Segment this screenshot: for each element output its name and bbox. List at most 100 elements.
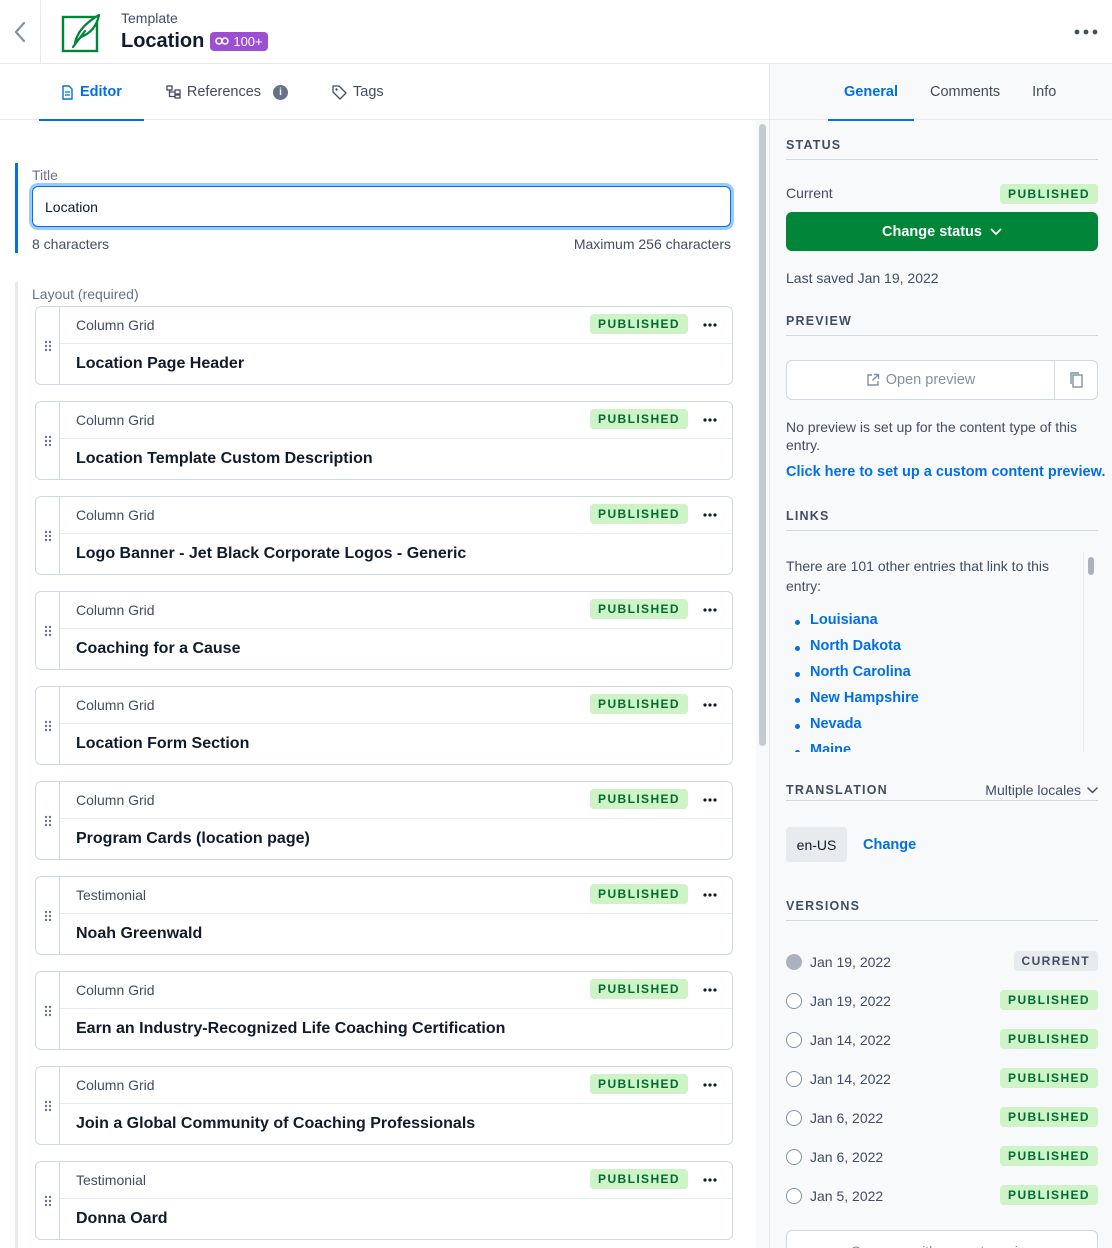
card-actions-button[interactable]	[700, 411, 720, 429]
editor-scrollbar-thumb[interactable]	[759, 124, 766, 746]
card-actions-button[interactable]	[700, 981, 720, 999]
layout-entry-card[interactable]: Column Grid PUBLISHED Join a Global Commun…	[35, 1066, 733, 1145]
drag-handle-icon[interactable]	[36, 1162, 60, 1239]
card-actions-button[interactable]	[700, 316, 720, 334]
drag-handle-icon[interactable]	[36, 972, 60, 1049]
links-scrollbar-thumb[interactable]	[1088, 557, 1094, 575]
card-title[interactable]: Location Page Header	[60, 344, 732, 384]
ellipsis-icon	[703, 323, 717, 327]
version-badge: PUBLISHED	[1000, 1146, 1098, 1166]
entry-actions-button[interactable]	[1072, 18, 1100, 46]
version-row[interactable]: Jan 5, 2022 PUBLISHED	[786, 1185, 1098, 1207]
copy-preview-button[interactable]	[1055, 361, 1097, 399]
change-locale-link[interactable]: Change	[863, 837, 916, 853]
drag-handle-icon[interactable]	[36, 402, 60, 479]
layout-entry-card[interactable]: Column Grid PUBLISHED Location Page Header	[35, 306, 733, 385]
card-actions-button[interactable]	[700, 506, 720, 524]
change-status-label: Change status	[882, 223, 982, 240]
card-actions-button[interactable]	[700, 696, 720, 714]
drag-handle-icon[interactable]	[36, 592, 60, 669]
card-content-type: Testimonial	[76, 1171, 147, 1188]
linked-entry-link[interactable]: Nevada	[786, 716, 919, 742]
card-title[interactable]: Noah Greenwald	[60, 914, 732, 954]
card-actions-button[interactable]	[700, 791, 720, 809]
linked-entry-link[interactable]: North Carolina	[786, 664, 919, 690]
back-button[interactable]	[0, 0, 41, 64]
card-content-type: Column Grid	[76, 1076, 155, 1093]
card-title[interactable]: Program Cards (location page)	[60, 819, 732, 859]
card-title[interactable]: Donna Oard	[60, 1199, 732, 1239]
linked-entry-link[interactable]: New Hampshire	[786, 690, 919, 716]
linked-entry-link[interactable]: Maine	[786, 742, 919, 752]
ellipsis-icon	[1074, 29, 1098, 35]
sidebar-tabs: General Comments Info	[770, 64, 1112, 121]
card-actions-button[interactable]	[700, 1171, 720, 1189]
ellipsis-icon	[703, 703, 717, 707]
status-badge: PUBLISHED	[590, 599, 688, 619]
version-radio[interactable]	[786, 1071, 802, 1087]
tab-info[interactable]: Info	[1016, 64, 1072, 120]
version-radio[interactable]	[786, 1110, 802, 1126]
layout-entry-card[interactable]: Column Grid PUBLISHED Location Template Cu…	[35, 401, 733, 480]
version-row[interactable]: Jan 14, 2022 PUBLISHED	[786, 1029, 1098, 1051]
drag-handle-icon[interactable]	[36, 1067, 60, 1144]
card-actions-button[interactable]	[700, 1076, 720, 1094]
editor-tabs: Editor References i Tags	[0, 64, 769, 121]
compare-versions-button[interactable]: Compare with current version	[786, 1230, 1098, 1248]
title-input[interactable]	[32, 186, 731, 227]
card-title[interactable]: Location Template Custom Description	[60, 439, 732, 479]
ellipsis-icon	[703, 798, 717, 802]
info-icon[interactable]: i	[273, 84, 289, 100]
card-title[interactable]: Logo Banner - Jet Black Corporate Logos …	[60, 534, 732, 574]
links-scrollbar[interactable]	[1083, 552, 1095, 752]
change-status-button[interactable]: Change status	[786, 212, 1098, 251]
drag-handle-icon[interactable]	[36, 687, 60, 764]
translation-heading: TRANSLATION	[786, 783, 888, 797]
entry-editor: Title 8 characters Maximum 256 character…	[0, 120, 756, 1248]
linked-entry-link[interactable]: North Dakota	[786, 638, 919, 664]
locale-mode-select[interactable]: Multiple locales	[985, 782, 1098, 798]
version-radio[interactable]	[786, 1188, 802, 1204]
versions-heading: VERSIONS	[786, 899, 1098, 921]
incoming-links-badge[interactable]: 100+	[210, 31, 268, 51]
card-title[interactable]: Earn an Industry-Recognized Life Coachin…	[60, 1009, 732, 1049]
status-badge: PUBLISHED	[590, 504, 688, 524]
drag-handle-icon[interactable]	[36, 307, 60, 384]
drag-handle-icon[interactable]	[36, 877, 60, 954]
version-row[interactable]: Jan 6, 2022 PUBLISHED	[786, 1107, 1098, 1129]
tab-editor[interactable]: Editor	[39, 64, 144, 121]
layout-entry-card[interactable]: Testimonial PUBLISHED Donna Oard	[35, 1161, 733, 1240]
tab-comments[interactable]: Comments	[914, 64, 1016, 120]
open-preview-button[interactable]: Open preview	[787, 361, 1055, 399]
version-radio[interactable]	[786, 1032, 802, 1048]
layout-entry-card[interactable]: Column Grid PUBLISHED Logo Banner - Jet Bl…	[35, 496, 733, 575]
setup-preview-link[interactable]: Click here to set up a custom content pr…	[786, 464, 1105, 480]
tab-references[interactable]: References i	[144, 64, 310, 120]
layout-entry-card[interactable]: Column Grid PUBLISHED Earn an Industry-Rec…	[35, 971, 733, 1050]
card-actions-button[interactable]	[700, 601, 720, 619]
version-row[interactable]: Jan 19, 2022 CURRENT	[786, 951, 1098, 973]
card-actions-button[interactable]	[700, 886, 720, 904]
tab-general[interactable]: General	[828, 64, 914, 121]
preview-note: No preview is set up for the content typ…	[786, 419, 1078, 453]
version-row[interactable]: Jan 14, 2022 PUBLISHED	[786, 1068, 1098, 1090]
drag-handle-icon[interactable]	[36, 497, 60, 574]
version-radio[interactable]	[786, 954, 802, 970]
layout-entry-card[interactable]: Column Grid PUBLISHED Location Form Sectio…	[35, 686, 733, 765]
version-row[interactable]: Jan 6, 2022 PUBLISHED	[786, 1146, 1098, 1168]
card-title[interactable]: Coaching for a Cause	[60, 629, 732, 669]
card-title[interactable]: Location Form Section	[60, 724, 732, 764]
version-radio[interactable]	[786, 1149, 802, 1165]
card-title[interactable]: Join a Global Community of Coaching Prof…	[60, 1104, 732, 1144]
version-row[interactable]: Jan 19, 2022 PUBLISHED	[786, 990, 1098, 1012]
linked-entry-link[interactable]: Louisiana	[786, 612, 919, 638]
drag-handle-icon[interactable]	[36, 782, 60, 859]
layout-entry-card[interactable]: Column Grid PUBLISHED Coaching for a Cause	[35, 591, 733, 670]
layout-entry-card[interactable]: Column Grid PUBLISHED Program Cards (locat…	[35, 781, 733, 860]
chevron-left-icon	[14, 21, 26, 42]
card-content-type: Column Grid	[76, 981, 155, 998]
title-field: Title 8 characters Maximum 256 character…	[15, 163, 731, 253]
version-radio[interactable]	[786, 993, 802, 1009]
tab-tags[interactable]: Tags	[310, 64, 406, 120]
layout-entry-card[interactable]: Testimonial PUBLISHED Noah Greenwald	[35, 876, 733, 955]
